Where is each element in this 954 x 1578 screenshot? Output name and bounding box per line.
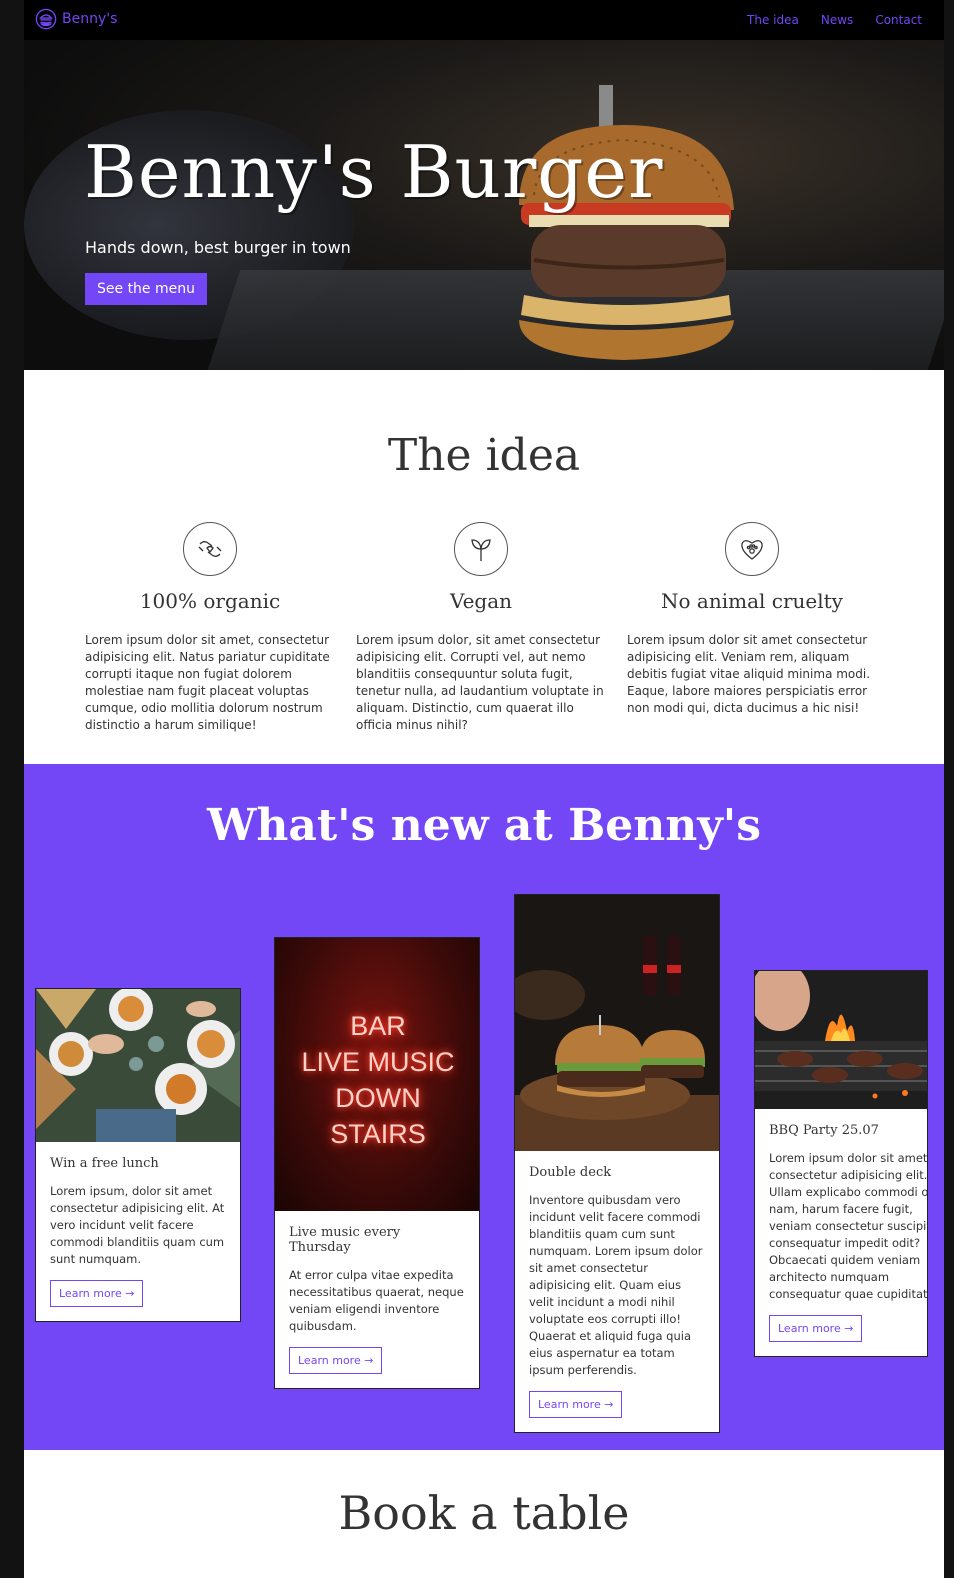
news-card-live-music: BAR LIVE MUSIC DOWN STAIRS Live music ev… — [274, 937, 480, 1389]
brand-logo[interactable]: Benny's — [35, 8, 117, 30]
page: Benny's The idea News Contact Benny's Bu… — [24, 0, 944, 1578]
sprout-icon — [471, 539, 491, 561]
hero-burger-image — [519, 85, 734, 360]
feature-vegan: Vegan Lorem ipsum dolor, sit amet consec… — [356, 522, 606, 734]
neon-sign-line: DOWN — [335, 1083, 421, 1113]
card-image-grill — [755, 971, 927, 1109]
card-body: Win a free lunch Lorem ipsum, dolor sit … — [36, 1142, 240, 1321]
neon-sign-line: BAR — [350, 1011, 406, 1041]
neon-sign-line: STAIRS — [330, 1119, 426, 1149]
care-hands-icon — [198, 541, 222, 557]
feature-icon-frame — [183, 522, 237, 576]
see-menu-button[interactable]: See the menu — [85, 273, 207, 305]
learn-more-button[interactable]: Learn more → — [769, 1315, 863, 1342]
card-text: At error culpa vitae expedita necessitat… — [289, 1268, 464, 1333]
feature-title: Vegan — [449, 589, 513, 613]
feature-text: Lorem ipsum dolor sit amet, consectetur … — [85, 633, 330, 732]
card-title: Live music every Thursday — [289, 1225, 401, 1255]
learn-more-button[interactable]: Learn more → — [50, 1280, 144, 1307]
feature-title: No animal cruelty — [661, 589, 843, 613]
feature-organic: 100% organic Lorem ipsum dolor sit amet,… — [85, 522, 335, 734]
news-card-bbq-party: BBQ Party 25.07 Lorem ipsum dolor sit am… — [754, 970, 928, 1357]
learn-more-button[interactable]: Learn more → — [529, 1391, 623, 1418]
card-body: Live music every Thursday At error culpa… — [275, 1211, 479, 1388]
card-image-table-food — [36, 989, 240, 1142]
card-image-neon-sign: BAR LIVE MUSIC DOWN STAIRS — [275, 938, 479, 1211]
card-text: Lorem ipsum dolor sit amet consectetur a… — [769, 1151, 928, 1301]
book-table-heading: Book a table — [338, 1486, 630, 1540]
nav-link-idea[interactable]: The idea — [747, 13, 799, 27]
nav-link-contact[interactable]: Contact — [875, 13, 922, 27]
burger-icon — [35, 8, 57, 30]
card-text: Inventore quibusdam vero incidunt velit … — [529, 1193, 703, 1377]
news-heading: What's new at Benny's — [206, 800, 762, 851]
feature-icon-frame — [725, 522, 779, 576]
card-body: Double deck Inventore quibusdam vero inc… — [515, 1151, 719, 1432]
top-nav: Benny's The idea News Contact — [24, 0, 944, 40]
idea-heading: The idea — [387, 430, 581, 481]
feature-title: 100% organic — [139, 589, 281, 613]
card-text: Lorem ipsum, dolor sit amet consectetur … — [50, 1184, 225, 1266]
card-body: BBQ Party 25.07 Lorem ipsum dolor sit am… — [755, 1109, 928, 1356]
news-card-free-lunch: Win a free lunch Lorem ipsum, dolor sit … — [35, 988, 241, 1322]
paw-heart-icon — [741, 540, 763, 560]
hero-section: Benny's Burger Hands down, best burger i… — [24, 40, 944, 370]
feature-text: Lorem ipsum dolor, sit amet consectetur … — [356, 633, 604, 732]
card-title: Double deck — [529, 1165, 612, 1180]
hero-title: Benny's Burger — [84, 130, 664, 214]
feature-text: Lorem ipsum dolor sit amet consectetur a… — [627, 633, 871, 715]
feature-no-cruelty: No animal cruelty Lorem ipsum dolor sit … — [627, 522, 877, 717]
card-title: Win a free lunch — [50, 1156, 159, 1171]
news-section: What's new at Benny's Win a free lunch L… — [24, 764, 944, 1450]
neon-sign-line: LIVE MUSIC — [301, 1047, 455, 1077]
brand-name: Benny's — [62, 11, 118, 27]
card-image-double-burger — [515, 895, 719, 1151]
news-card-double-deck: Double deck Inventore quibusdam vero inc… — [514, 894, 720, 1433]
nav-links: The idea News Contact — [747, 13, 922, 27]
hero-subtitle: Hands down, best burger in town — [85, 238, 351, 257]
learn-more-button[interactable]: Learn more → — [289, 1347, 383, 1374]
feature-icon-frame — [454, 522, 508, 576]
card-title: BBQ Party 25.07 — [769, 1123, 879, 1138]
nav-link-news[interactable]: News — [821, 13, 853, 27]
